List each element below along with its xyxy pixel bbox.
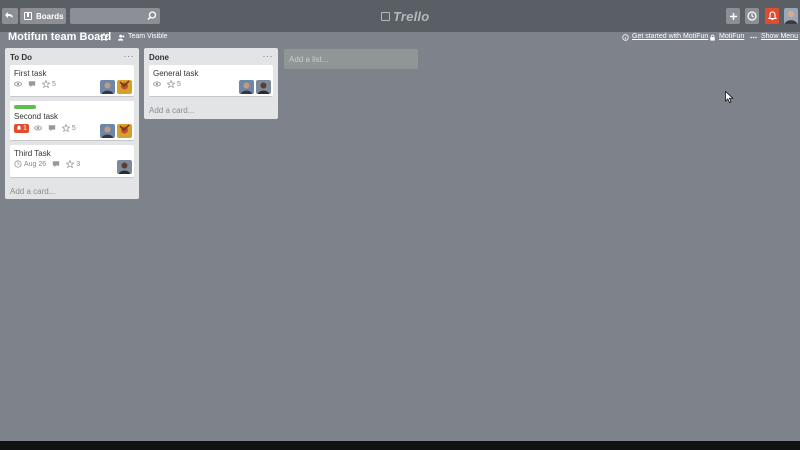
mouse-cursor-icon — [725, 91, 734, 103]
member-avatar[interactable] — [117, 124, 132, 138]
comment-badge — [28, 80, 36, 88]
star-icon — [167, 80, 175, 88]
eye-icon — [14, 81, 22, 87]
card-title: General task — [153, 69, 199, 78]
comment-badge — [52, 160, 60, 168]
star-icon[interactable] — [100, 33, 108, 41]
card-badges: 5 — [14, 79, 62, 89]
votes-badge: 3 — [66, 160, 80, 168]
card-title: Third Task — [14, 149, 51, 158]
member-avatar[interactable] — [117, 160, 132, 174]
add-list-label: Add a list... — [289, 55, 329, 64]
card-badges: Aug 26 3 — [14, 159, 86, 169]
search-box[interactable] — [70, 8, 160, 24]
member-avatar[interactable] — [239, 80, 254, 94]
member-avatar[interactable] — [100, 124, 115, 138]
card-general-task[interactable]: General task 5 — [149, 65, 273, 97]
member-avatar[interactable] — [256, 80, 271, 94]
search-input[interactable] — [70, 8, 146, 24]
member-avatar[interactable] — [100, 80, 115, 94]
votes-count: 3 — [76, 160, 81, 168]
card-first-task[interactable]: First task 5 — [10, 65, 134, 97]
star-icon — [66, 160, 75, 168]
star-icon — [42, 80, 50, 88]
watch-badge — [14, 80, 22, 88]
due-date: Aug 26 — [24, 160, 47, 168]
trello-logo-icon — [381, 11, 390, 21]
info-button[interactable] — [745, 8, 759, 24]
votes-count: 5 — [177, 80, 181, 88]
card-third-task[interactable]: Third Task Aug 26 3 — [10, 145, 134, 178]
comment-icon — [48, 125, 56, 132]
logo-text: Trello — [393, 8, 430, 24]
card-title: Second task — [14, 112, 59, 121]
bell-icon — [767, 11, 777, 21]
votes-count: 5 — [52, 80, 56, 88]
card-members — [98, 80, 132, 94]
list-menu-button[interactable]: ··· — [124, 51, 135, 61]
card-members — [115, 160, 132, 174]
search-icon[interactable] — [146, 10, 158, 22]
lock-icon — [710, 34, 715, 41]
card-members — [237, 80, 271, 94]
organization-link[interactable]: MotiFun — [719, 33, 744, 40]
info-icon — [747, 11, 757, 21]
visibility-label[interactable]: Team Visible — [128, 33, 168, 40]
board-title[interactable]: Motifun team Board — [8, 31, 111, 43]
votes-badge: 5 — [167, 80, 181, 88]
list-title[interactable]: Done — [149, 53, 169, 62]
add-list-button[interactable]: Add a list... — [284, 49, 418, 69]
card-title: First task — [14, 69, 47, 78]
eye-icon — [33, 125, 42, 131]
card-badges: 1 5 — [14, 123, 82, 133]
notification-count: 1 — [23, 124, 27, 132]
back-button[interactable] — [2, 8, 18, 24]
boards-label: Boards — [36, 11, 64, 21]
notification-badge: 1 — [14, 123, 29, 133]
bell-icon — [16, 125, 22, 130]
card-label-green[interactable] — [14, 105, 36, 109]
votes-badge: 5 — [42, 80, 56, 88]
member-avatar[interactable] — [117, 80, 132, 94]
list-done[interactable]: Done ··· General task 5 Add a card... — [144, 48, 278, 119]
trello-logo[interactable]: Trello — [381, 8, 430, 24]
plus-icon — [729, 12, 737, 20]
votes-count: 5 — [71, 124, 76, 132]
header-bar: Boards Trello — [0, 0, 800, 32]
card-members — [98, 124, 132, 138]
eye-icon — [153, 81, 161, 87]
list-title[interactable]: To Do — [10, 53, 32, 62]
people-icon — [118, 34, 125, 41]
comment-icon — [28, 81, 36, 88]
add-card-button[interactable]: Add a card... — [149, 106, 194, 115]
watch-badge — [153, 80, 161, 88]
comment-icon — [52, 161, 60, 168]
add-button[interactable] — [726, 8, 740, 24]
list-to-do[interactable]: To Do ··· First task 5 Second task 1 5 T… — [5, 48, 139, 199]
board-icon — [24, 12, 32, 20]
due-date-badge: Aug 26 — [14, 160, 46, 168]
comment-badge — [48, 124, 56, 132]
star-icon — [61, 124, 70, 132]
card-second-task[interactable]: Second task 1 5 — [10, 101, 134, 141]
clock-icon — [14, 160, 22, 168]
votes-badge: 5 — [61, 124, 76, 132]
notifications-button[interactable] — [765, 8, 779, 24]
bottom-bar — [0, 441, 800, 450]
get-started-link[interactable]: Get started with MotiFun — [632, 33, 708, 40]
card-badges: 5 — [153, 79, 187, 89]
watch-badge — [33, 124, 42, 132]
show-menu-link[interactable]: Show Menu — [761, 33, 798, 40]
back-arrow-icon — [5, 12, 13, 18]
boards-button[interactable]: Boards — [20, 8, 66, 24]
add-card-button[interactable]: Add a card... — [10, 187, 55, 196]
ellipsis-icon — [750, 36, 757, 39]
user-avatar[interactable] — [784, 8, 798, 24]
list-menu-button[interactable]: ··· — [263, 51, 274, 61]
info-icon — [622, 34, 629, 41]
